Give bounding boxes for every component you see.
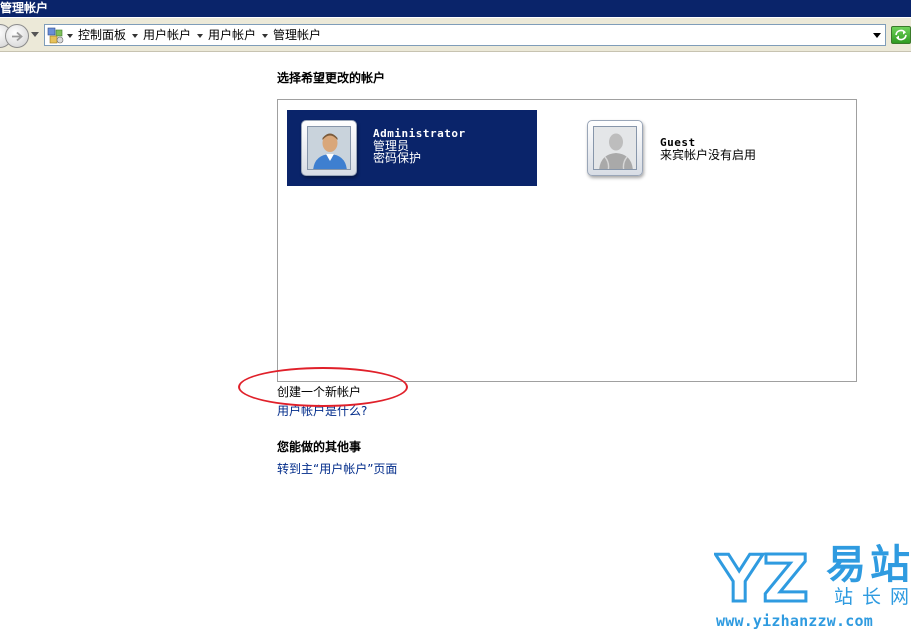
watermark-title: 易站 <box>826 542 911 588</box>
avatar <box>301 120 357 176</box>
control-panel-icon <box>47 27 64 44</box>
watermark-url: www.yizhanzzw.com <box>716 612 873 630</box>
breadcrumb-control-panel[interactable]: 控制面板 <box>67 25 126 45</box>
chevron-down-icon[interactable] <box>262 33 269 38</box>
account-tile-guest[interactable]: Guest 来宾帐户没有启用 <box>587 116 837 192</box>
svg-text:YZ: YZ <box>715 545 809 607</box>
breadcrumb-user-accounts[interactable]: 用户帐户 <box>132 25 191 45</box>
window-title-bar: 管理帐户 <box>0 0 911 17</box>
refresh-button[interactable] <box>891 26 911 44</box>
chevron-down-icon[interactable] <box>197 33 204 38</box>
watermark: YZ 易站 站长网 www.yizhanzzw.com <box>710 540 911 639</box>
goto-user-accounts-link[interactable]: 转到主“用户帐户”页面 <box>277 461 397 477</box>
what-are-user-accounts-link[interactable]: 用户帐户是什么? <box>277 403 367 419</box>
admin-user-icon <box>308 127 350 169</box>
create-account-link[interactable]: 创建一个新帐户 <box>277 384 361 400</box>
chevron-down-icon[interactable] <box>132 33 139 38</box>
account-tile-administrator[interactable]: Administrator 管理员 密码保护 <box>287 110 537 186</box>
avatar <box>587 120 643 176</box>
breadcrumb-manage-accounts[interactable]: 管理帐户 <box>262 25 321 45</box>
accounts-list: Administrator 管理员 密码保护 Guest 来宾帐户没有启用 <box>277 99 857 382</box>
recent-pages-dropdown[interactable] <box>31 32 39 37</box>
page-heading: 选择希望更改的帐户 <box>277 71 386 85</box>
other-tasks-heading: 您能做的其他事 <box>277 440 362 454</box>
address-field[interactable]: 控制面板 用户帐户 用户帐户 管理帐户 <box>44 24 886 46</box>
account-status: 来宾帐户没有启用 <box>660 148 757 162</box>
forward-arrow-icon <box>12 31 23 42</box>
breadcrumb-user-accounts-sub[interactable]: 用户帐户 <box>197 25 256 45</box>
refresh-go-icon <box>895 29 907 41</box>
breadcrumb: 控制面板 用户帐户 用户帐户 管理帐户 <box>67 25 327 45</box>
watermark-subtitle: 站长网 <box>834 586 911 608</box>
address-toolbar: 控制面板 用户帐户 用户帐户 管理帐户 <box>0 18 911 52</box>
address-history-dropdown[interactable] <box>873 33 881 38</box>
guest-user-icon <box>594 127 636 169</box>
forward-button[interactable] <box>5 24 29 48</box>
window-title: 管理帐户 <box>0 1 49 15</box>
yz-logo-icon: YZ <box>714 545 810 607</box>
account-status: 密码保护 <box>373 151 422 165</box>
chevron-down-icon[interactable] <box>67 33 73 38</box>
